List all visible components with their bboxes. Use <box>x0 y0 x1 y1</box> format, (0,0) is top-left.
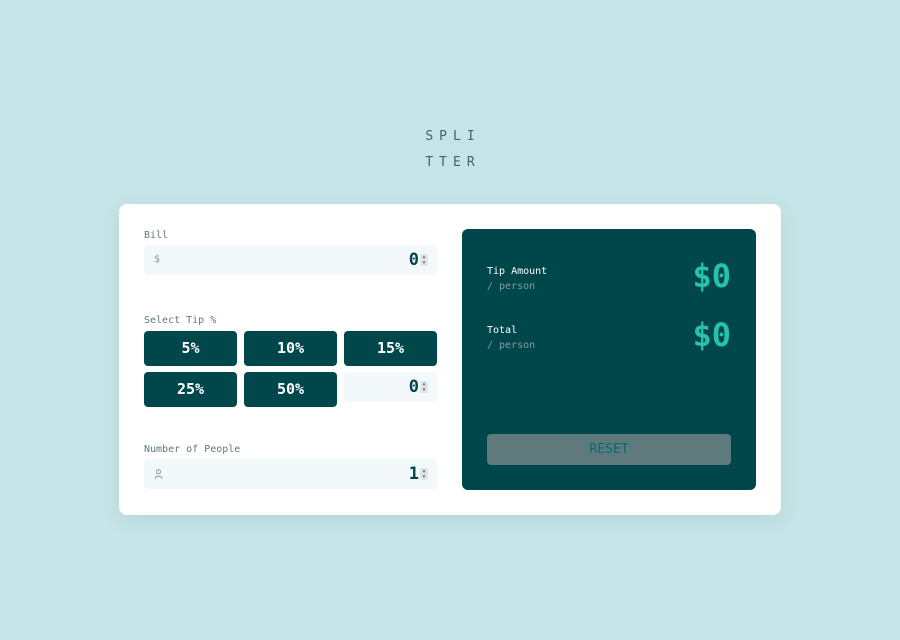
bill-label: Bill <box>144 230 169 241</box>
total-row: Total / person $0 <box>487 316 731 364</box>
spinner-down-icon[interactable]: ▼ <box>420 474 428 480</box>
calculator-card: Bill $ 0 ▲ ▼ Select Tip % 5% 10% 15% 25%… <box>119 204 781 515</box>
tip-amount-value: $0 <box>692 257 731 295</box>
tip-amount-label: Tip Amount <box>487 266 548 277</box>
tip-amount-row: Tip Amount / person $0 <box>487 257 731 305</box>
people-spinner[interactable]: ▲ ▼ <box>420 468 428 480</box>
logo-line-2: TTER <box>425 155 481 170</box>
spinner-down-icon[interactable]: ▼ <box>420 387 428 393</box>
custom-tip-input[interactable]: 0 ▲ ▼ <box>344 372 437 402</box>
total-label: Total <box>487 325 518 336</box>
total-per-person: / person <box>487 340 536 351</box>
spinner-down-icon[interactable]: ▼ <box>420 260 428 266</box>
custom-tip-value[interactable]: 0 <box>409 377 419 397</box>
app-logo: SPLI TTER <box>0 124 900 176</box>
tip-button-25[interactable]: 25% <box>144 372 237 407</box>
tip-amount-per-person: / person <box>487 281 536 292</box>
bill-input[interactable]: $ 0 ▲ ▼ <box>144 245 437 275</box>
reset-button[interactable]: RESET <box>487 434 731 465</box>
people-input[interactable]: 1 ▲ ▼ <box>144 459 437 489</box>
results-panel: Tip Amount / person $0 Total / person $0… <box>462 229 756 490</box>
dollar-icon: $ <box>154 254 161 265</box>
select-tip-label: Select Tip % <box>144 315 217 326</box>
person-icon <box>154 467 163 479</box>
tip-button-10[interactable]: 10% <box>244 331 337 366</box>
tip-button-15[interactable]: 15% <box>344 331 437 366</box>
bill-value[interactable]: 0 <box>409 250 419 270</box>
tip-button-50[interactable]: 50% <box>244 372 337 407</box>
people-value[interactable]: 1 <box>409 464 419 484</box>
custom-tip-spinner[interactable]: ▲ ▼ <box>420 381 428 393</box>
total-value: $0 <box>692 316 731 354</box>
tip-button-5[interactable]: 5% <box>144 331 237 366</box>
logo-line-1: SPLI <box>425 129 481 144</box>
people-label: Number of People <box>144 444 241 455</box>
bill-spinner[interactable]: ▲ ▼ <box>420 254 428 266</box>
